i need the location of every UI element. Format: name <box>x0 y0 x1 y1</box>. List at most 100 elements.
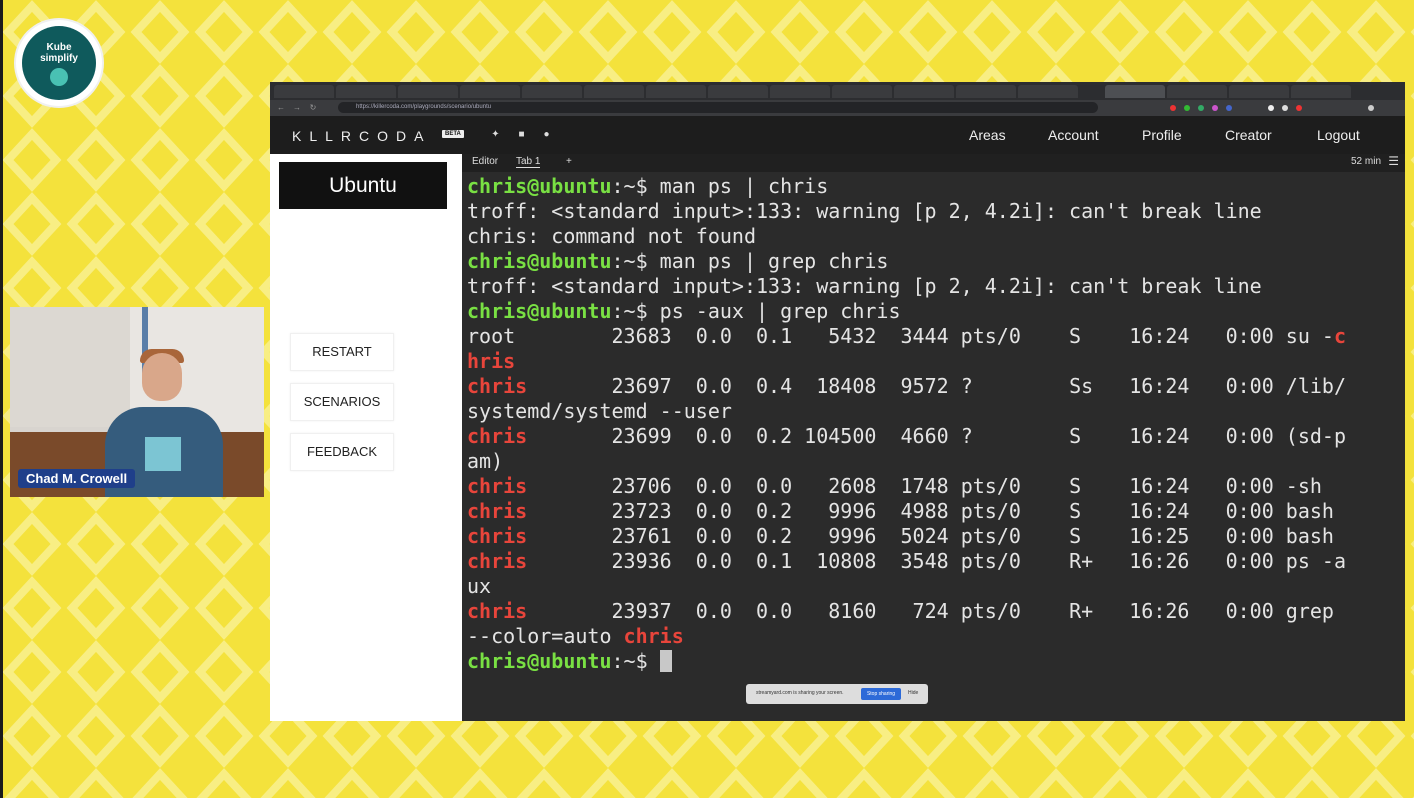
stop-sharing-button[interactable]: Stop sharing <box>861 688 901 700</box>
terminal-line: chris 23723 0.0 0.2 9996 4988 pts/0 S 16… <box>467 499 1397 524</box>
scenario-title: Ubuntu <box>279 162 447 209</box>
profile-icon[interactable] <box>1368 105 1374 111</box>
extension-icon[interactable] <box>1282 105 1288 111</box>
time-remaining: 52 min <box>1350 156 1381 167</box>
browser-tab[interactable] <box>770 85 830 98</box>
logo-text-line1: Kube <box>46 42 72 53</box>
extension-icon[interactable] <box>1212 105 1218 111</box>
beta-badge: BETA <box>442 130 464 138</box>
twitter-icon[interactable]: ✦ <box>490 129 501 140</box>
terminal-text: :~$ man ps | grep chris <box>611 249 889 273</box>
url-field[interactable]: https://killercoda.com/playgrounds/scena… <box>338 102 1098 113</box>
extension-icon[interactable] <box>1296 105 1302 111</box>
terminal-line: root 23683 0.0 0.1 5432 3444 pts/0 S 16:… <box>467 324 1397 349</box>
menu-areas[interactable]: Areas <box>969 127 1006 143</box>
terminal-line: ux <box>467 574 1397 599</box>
terminal-line: chris@ubuntu:~$ ps -aux | grep chris <box>467 299 1397 324</box>
browser-tab[interactable] <box>398 85 458 98</box>
terminal-text: troff: <standard input>:133: warning [p … <box>467 274 1262 298</box>
extension-icon[interactable] <box>1170 105 1176 111</box>
terminal-pane[interactable]: Editor Tab 1 + 52 min ☰ chris@ubuntu:~$ … <box>462 154 1405 721</box>
terminal-line: troff: <standard input>:133: warning [p … <box>467 199 1397 224</box>
prompt-user: chris@ubuntu <box>467 649 612 673</box>
browser-tab[interactable] <box>894 85 954 98</box>
screen-share-banner: streamyard.com is sharing your screen. S… <box>746 684 928 704</box>
menu-account[interactable]: Account <box>1048 127 1099 143</box>
browser-tab[interactable] <box>708 85 768 98</box>
browser-tab-active[interactable] <box>1105 85 1165 98</box>
logo-mark-icon <box>50 68 68 86</box>
terminal-text: 23936 0.0 0.1 10808 3548 pts/0 R+ 16:26 … <box>527 549 1347 573</box>
logo-text-line2: simplify <box>40 53 78 64</box>
match-highlight: chris <box>467 424 528 448</box>
browser-tab[interactable] <box>460 85 520 98</box>
terminal-line: troff: <standard input>:133: warning [p … <box>467 274 1397 299</box>
terminal-text: 23706 0.0 0.0 2608 1748 pts/0 S 16:24 0:… <box>527 474 1322 498</box>
terminal-text: 23699 0.0 0.2 104500 4660 ? S 16:24 0:00… <box>527 424 1347 448</box>
terminal-line: chris 23699 0.0 0.2 104500 4660 ? S 16:2… <box>467 424 1397 449</box>
match-highlight: chris <box>467 374 528 398</box>
menu-profile[interactable]: Profile <box>1142 127 1182 143</box>
browser-tab[interactable] <box>522 85 582 98</box>
terminal-text: systemd/systemd --user <box>467 399 732 423</box>
tab-editor[interactable]: Editor <box>472 156 498 167</box>
terminal-line: am) <box>467 449 1397 474</box>
match-highlight: chris <box>467 524 528 548</box>
terminal-line: --color=auto chris <box>467 624 1397 649</box>
browser-tab[interactable] <box>1018 85 1078 98</box>
hamburger-menu-icon[interactable]: ☰ <box>1388 154 1399 168</box>
prompt-user: chris@ubuntu <box>467 299 612 323</box>
terminal-text: :~$ ps -aux | grep chris <box>611 299 901 323</box>
browser-tab[interactable] <box>646 85 706 98</box>
terminal-line: chris 23937 0.0 0.0 8160 724 pts/0 R+ 16… <box>467 599 1397 624</box>
terminal-text: 23937 0.0 0.0 8160 724 pts/0 R+ 16:26 0:… <box>527 599 1334 623</box>
restart-button[interactable]: RESTART <box>290 333 394 371</box>
share-message: streamyard.com is sharing your screen. <box>756 690 844 696</box>
scenarios-button[interactable]: SCENARIOS <box>290 383 394 421</box>
terminal-line: chris 23706 0.0 0.0 2608 1748 pts/0 S 16… <box>467 474 1397 499</box>
extension-icon[interactable] <box>1226 105 1232 111</box>
forward-icon[interactable]: → <box>292 103 302 113</box>
match-highlight: c <box>1333 324 1346 348</box>
browser-tab-bar <box>270 82 1405 100</box>
browser-tab[interactable] <box>832 85 892 98</box>
terminal-text: ux <box>467 574 492 598</box>
browser-tab[interactable] <box>584 85 644 98</box>
terminal-line: chris 23697 0.0 0.4 18408 9572 ? Ss 16:2… <box>467 374 1397 399</box>
killercoda-header: KLLRCODA BETA ✦ ■ ● Areas Account Profil… <box>270 116 1405 154</box>
terminal-line: hris <box>467 349 1397 374</box>
killercoda-logo[interactable]: KLLRCODA <box>292 128 431 144</box>
linkedin-icon[interactable]: ■ <box>516 129 527 140</box>
window-edge <box>0 0 3 798</box>
add-tab-button[interactable]: + <box>566 156 572 167</box>
hide-button[interactable]: Hide <box>908 690 918 696</box>
match-highlight: chris <box>467 599 528 623</box>
shirt-logo <box>145 437 181 471</box>
terminal-text: 23761 0.0 0.2 9996 5024 pts/0 S 16:25 0:… <box>527 524 1334 548</box>
terminal-line: chris 23761 0.0 0.2 9996 5024 pts/0 S 16… <box>467 524 1397 549</box>
extension-icon[interactable] <box>1198 105 1204 111</box>
terminal-tab-bar: Editor Tab 1 + 52 min ☰ <box>462 154 1405 172</box>
browser-tab[interactable] <box>1229 85 1289 98</box>
github-icon[interactable]: ● <box>541 129 552 140</box>
terminal-line: chris 23936 0.0 0.1 10808 3548 pts/0 R+ … <box>467 549 1397 574</box>
reload-icon[interactable]: ↻ <box>308 103 318 113</box>
terminal-text: 23697 0.0 0.4 18408 9572 ? Ss 16:24 0:00… <box>527 374 1347 398</box>
browser-tab[interactable] <box>274 85 334 98</box>
tab-tab1[interactable]: Tab 1 <box>516 156 541 168</box>
scenario-sidebar: Ubuntu RESTART SCENARIOS FEEDBACK <box>270 154 462 721</box>
browser-tab[interactable] <box>956 85 1016 98</box>
feedback-button[interactable]: FEEDBACK <box>290 433 394 471</box>
browser-tab[interactable] <box>1167 85 1227 98</box>
match-highlight: chris <box>467 549 528 573</box>
extension-icon[interactable] <box>1184 105 1190 111</box>
terminal-text: :~$ man ps | chris <box>611 174 829 198</box>
browser-tab[interactable] <box>336 85 396 98</box>
menu-creator[interactable]: Creator <box>1225 127 1272 143</box>
extension-icon[interactable] <box>1268 105 1274 111</box>
back-icon[interactable]: ← <box>276 103 286 113</box>
menu-logout[interactable]: Logout <box>1317 127 1360 143</box>
browser-tab[interactable] <box>1291 85 1351 98</box>
terminal-text: :~$ <box>611 649 660 673</box>
terminal-text: root 23683 0.0 0.1 5432 3444 pts/0 S 16:… <box>467 324 1334 348</box>
